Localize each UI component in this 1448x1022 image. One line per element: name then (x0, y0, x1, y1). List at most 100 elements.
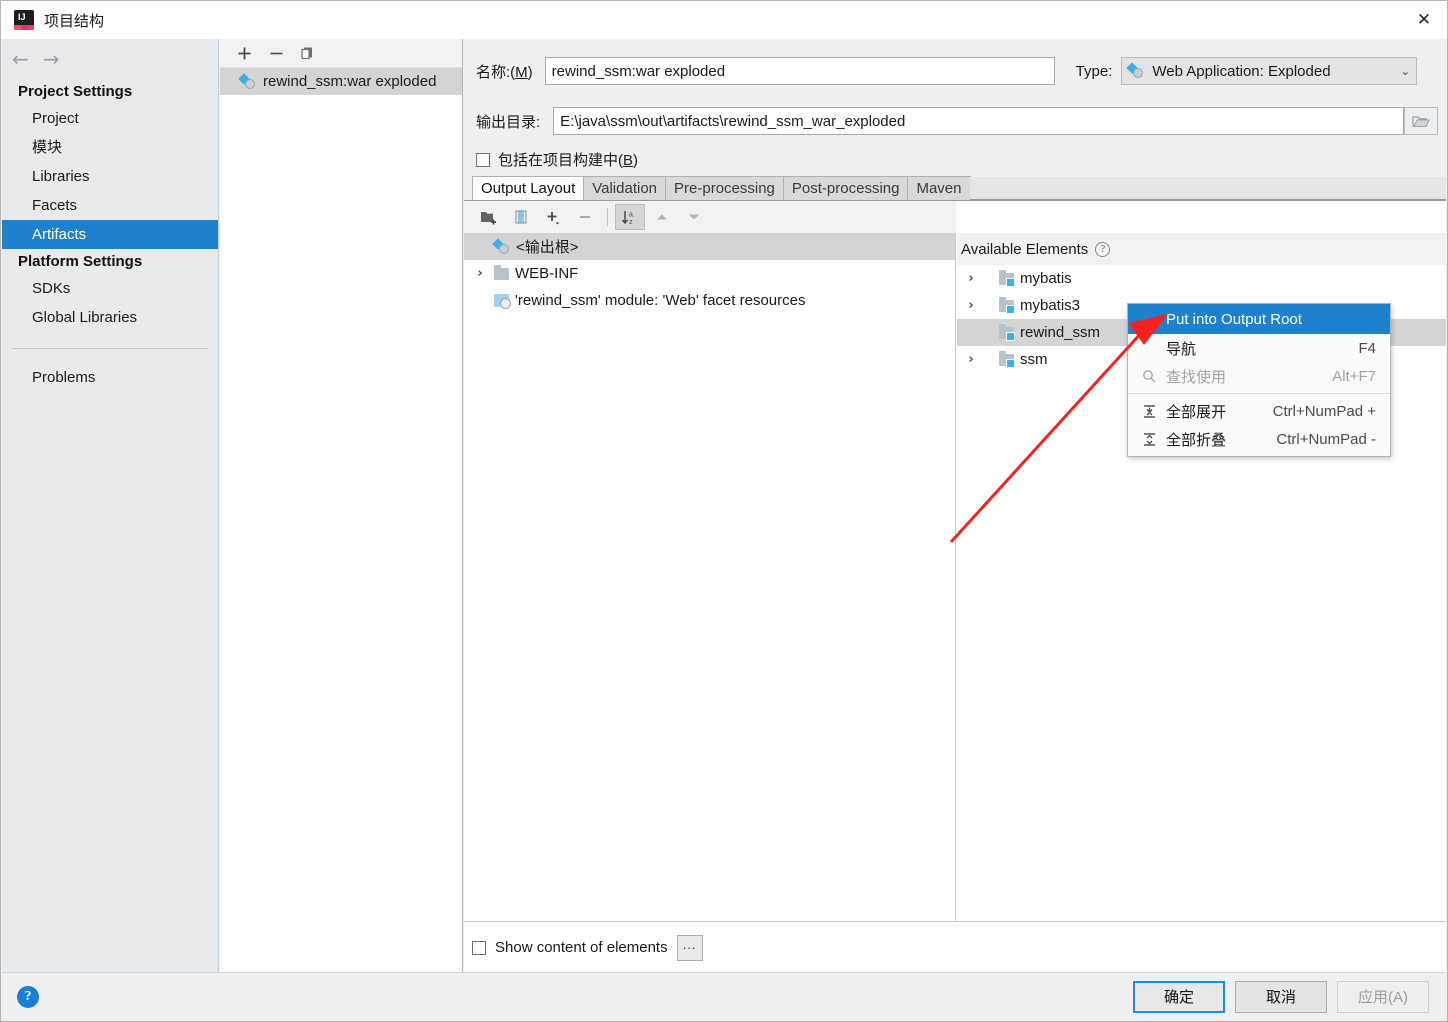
tab-maven[interactable]: Maven (907, 176, 971, 200)
context-menu-item-expand-all[interactable]: 全部展开 Ctrl+NumPad + (1128, 397, 1390, 425)
create-directory-button[interactable] (474, 204, 504, 230)
module-folder-icon (999, 296, 1015, 314)
browse-output-directory-button[interactable] (1404, 107, 1438, 135)
sidebar-item-problems[interactable]: Problems (2, 363, 218, 392)
sidebar-group-title-platform-settings: Platform Settings (18, 253, 143, 270)
remove-artifact-button[interactable] (262, 41, 290, 65)
output-directory-input[interactable]: E:\java\ssm\out\artifacts\rewind_ssm_war… (553, 107, 1404, 135)
collapse-all-icon (1138, 432, 1160, 447)
close-icon[interactable]: ✕ (1401, 1, 1447, 39)
artifact-list-item[interactable]: rewind_ssm:war exploded (220, 68, 462, 95)
copy-artifact-button[interactable] (294, 41, 322, 65)
output-directory-row: 输出目录: E:\java\ssm\out\artifacts\rewind_s… (464, 106, 1446, 136)
artifacts-toolbar (220, 39, 462, 68)
tree-row-output-root[interactable]: <输出根> (464, 233, 955, 260)
context-menu-item-shortcut: Ctrl+NumPad - (1276, 430, 1376, 448)
create-archive-button[interactable] (506, 204, 536, 230)
detail-tabbar: Output Layout Validation Pre-processing … (464, 176, 1446, 201)
output-layout-toolbar: a z (464, 201, 956, 233)
context-menu-item-collapse-all[interactable]: 全部折叠 Ctrl+NumPad - (1128, 425, 1390, 453)
chevron-down-icon: ⌄ (1400, 64, 1411, 78)
tab-output-layout[interactable]: Output Layout (472, 176, 585, 200)
tab-pre-processing[interactable]: Pre-processing (665, 176, 784, 200)
include-in-build-checkbox[interactable] (476, 152, 490, 167)
remove-element-button[interactable] (570, 204, 600, 230)
output-layout-tree: <输出根> › WEB-INF 'rewind_ssm' module: 'We… (464, 233, 956, 921)
output-directory-label: 输出目录: (476, 113, 541, 131)
context-menu-divider (1128, 393, 1390, 394)
add-copy-of-button[interactable] (538, 204, 568, 230)
toolbar-divider (607, 208, 608, 226)
back-arrow-icon[interactable]: ← (12, 49, 29, 69)
context-menu-item-navigate[interactable]: 导航 F4 (1128, 334, 1390, 362)
window-title: 项目结构 (44, 12, 105, 30)
question-mark-icon[interactable]: ? (1095, 241, 1111, 257)
tree-row-web-facet-resources[interactable]: 'rewind_ssm' module: 'Web' facet resourc… (464, 287, 955, 314)
sidebar-item-modules[interactable]: 模块 (2, 133, 218, 162)
more-options-button[interactable]: ... (676, 934, 703, 961)
artifacts-list-panel: rewind_ssm:war exploded (220, 39, 463, 973)
chevron-right-icon[interactable]: › (963, 352, 979, 367)
module-folder-icon (999, 269, 1015, 287)
folder-icon (494, 264, 509, 280)
available-row-label: mybatis3 (1020, 297, 1081, 314)
svg-text:a: a (629, 211, 633, 218)
artifact-type-dropdown[interactable]: Web Application: Exploded ⌄ (1121, 57, 1418, 85)
cancel-button[interactable]: 取消 (1235, 980, 1327, 1013)
available-row-label: ssm (1020, 351, 1048, 368)
footer-buttons: 确定 取消 应用(A) (1133, 980, 1446, 1013)
chevron-right-icon[interactable]: › (472, 266, 488, 281)
available-row-mybatis[interactable]: › mybatis (957, 265, 1446, 292)
forward-arrow-icon[interactable]: → (43, 49, 60, 69)
help-icon[interactable]: ? (17, 985, 39, 1008)
context-menu-item-put-into-output-root[interactable]: Put into Output Root (1128, 304, 1390, 334)
tab-post-processing[interactable]: Post-processing (782, 176, 909, 200)
available-elements-header: Available Elements ? (957, 233, 1446, 265)
artifact-name-input[interactable]: rewind_ssm:war exploded (544, 57, 1055, 85)
search-icon (1138, 369, 1160, 383)
sidebar-item-global-libraries[interactable]: Global Libraries (2, 303, 218, 332)
output-layout-bottom-bar: Show content of elements ... (464, 921, 1446, 973)
ok-button[interactable]: 确定 (1133, 980, 1225, 1013)
sidebar-item-libraries[interactable]: Libraries (2, 162, 218, 191)
project-structure-dialog: IJ 项目结构 ✕ ← → Project Settings Project 模… (0, 0, 1448, 1022)
sidebar-item-facets[interactable]: Facets (2, 191, 218, 220)
tabbar-filler (969, 177, 1446, 200)
available-row-label: rewind_ssm (1020, 324, 1101, 341)
artifact-detail-pane: 名称:(M) rewind_ssm:war exploded Type: Web… (464, 39, 1446, 973)
expand-all-icon (1138, 404, 1160, 419)
available-elements-title: Available Elements (961, 240, 1089, 258)
sidebar-item-artifacts[interactable]: Artifacts (2, 220, 218, 249)
tree-row-label: <输出根> (516, 239, 579, 256)
chevron-right-icon[interactable]: › (963, 271, 979, 286)
chevron-right-icon[interactable]: › (963, 298, 979, 313)
sort-elements-button[interactable]: a z (615, 204, 645, 230)
show-content-checkbox[interactable] (472, 940, 486, 955)
add-artifact-button[interactable] (230, 41, 258, 65)
title-bar: IJ 项目结构 ✕ (1, 1, 1447, 39)
context-menu-item-label: 查找使用 (1166, 368, 1227, 386)
include-in-build-label: 包括在项目构建中(B) (498, 152, 639, 169)
artifact-list-item-label: rewind_ssm:war exploded (263, 73, 437, 90)
include-in-build-row[interactable]: 包括在项目构建中(B) (464, 149, 1446, 170)
name-label: 名称:(M) (476, 63, 533, 81)
sidebar-nav-arrows: ← → (2, 39, 218, 79)
type-label: Type: (1075, 62, 1113, 80)
tab-validation[interactable]: Validation (583, 176, 667, 200)
dialog-footer: ? 确定 取消 应用(A) (2, 972, 1446, 1020)
sidebar-divider (12, 348, 208, 349)
settings-sidebar: ← → Project Settings Project 模块 Librarie… (2, 39, 219, 973)
move-down-button[interactable] (679, 204, 709, 230)
name-row: 名称:(M) rewind_ssm:war exploded Type: Web… (464, 56, 1446, 86)
apply-button: 应用(A) (1337, 980, 1429, 1013)
sidebar-item-sdks[interactable]: SDKs (2, 274, 218, 303)
artifact-icon (492, 237, 510, 255)
artifact-icon (238, 72, 256, 90)
move-up-button[interactable] (647, 204, 677, 230)
sidebar-item-project[interactable]: Project (2, 104, 218, 133)
artifact-type-icon (1126, 62, 1144, 79)
tree-row-web-inf[interactable]: › WEB-INF (464, 260, 955, 287)
module-folder-icon (999, 323, 1015, 341)
tree-row-label: WEB-INF (515, 265, 579, 282)
tree-row-label: 'rewind_ssm' module: 'Web' facet resourc… (515, 292, 806, 309)
